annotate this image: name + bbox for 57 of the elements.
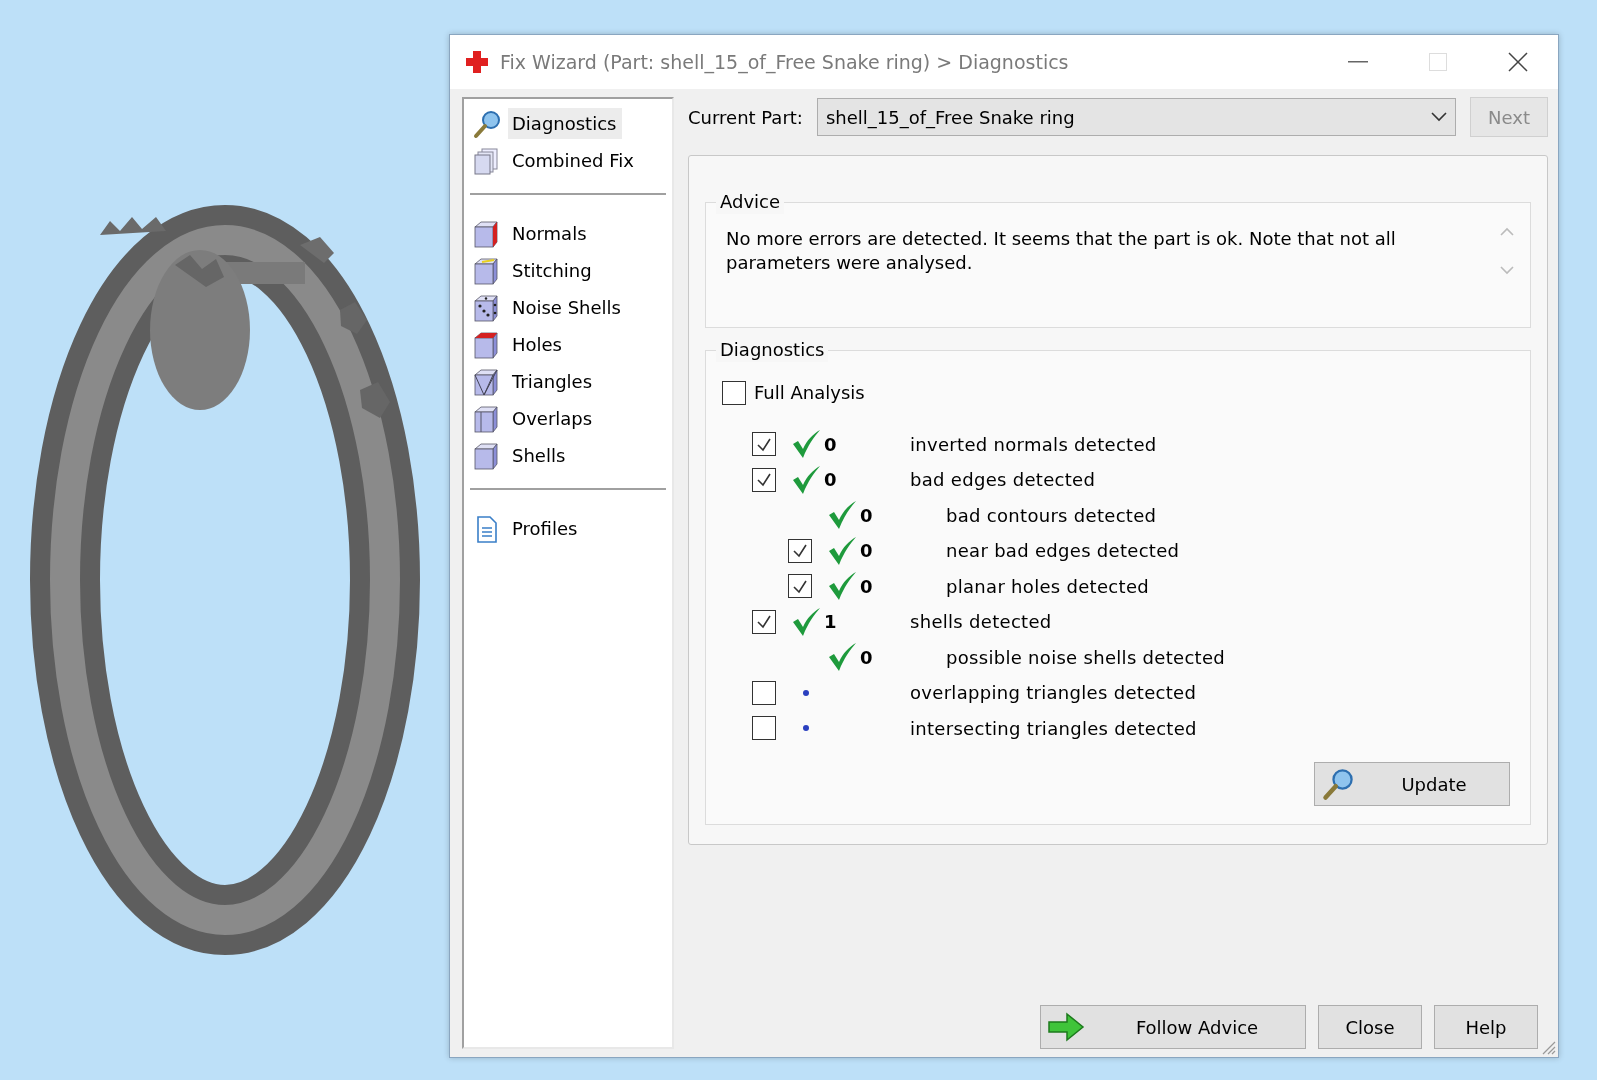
sidebar-item[interactable]: Combined Fix [508,145,640,176]
full-analysis-checkbox[interactable] [722,380,746,405]
diagnostic-label: bad contours detected [946,503,1157,528]
checkmark-icon [756,436,772,452]
full-analysis-label: Full Analysis [754,381,865,406]
magnifier-icon [1321,767,1355,801]
checkmark-icon [756,472,772,488]
sidebar-item[interactable]: Holes [508,329,568,360]
count-value: 0 [860,646,873,668]
diagnostic-label: inverted normals detected [910,432,1157,457]
sidebar-item[interactable]: Overlaps [508,403,599,434]
count-value: 0 [860,575,873,597]
row-checkbox[interactable] [752,716,776,741]
row-checkbox[interactable] [788,538,812,563]
count-value: 0 [824,433,837,455]
checkmark-icon [792,578,808,594]
sidebar-item[interactable]: Shells [508,440,572,471]
checkmark-icon [756,614,772,630]
arrow-right-icon [1047,1012,1085,1042]
magnifier-icon [472,108,502,139]
advice-text: No more errors are detected. It seems that the part is ok. Note that not all parameters were analysed. [725,227,1397,275]
diagnostic-label: planar holes detected [946,574,1149,599]
count-value: 0 [860,504,873,526]
diagnostic-label: bad edges detected [910,468,1096,493]
sidebar-item[interactable]: Diagnostics [508,108,623,139]
sidebar-item[interactable]: Noise Shells [508,292,627,323]
count-value: 0 [824,469,837,491]
count-value: 1 [824,611,837,633]
close-icon[interactable] [1508,52,1528,72]
row-checkbox[interactable] [752,467,776,492]
app-icon [464,49,490,75]
diagnostic-label: possible noise shells detected [946,645,1226,670]
follow-advice-button[interactable]: Follow Advice [1040,1005,1306,1049]
count-value: 0 [860,540,873,562]
dialog-button[interactable]: Help [1434,1005,1538,1049]
sidebar-item[interactable]: Stitching [508,255,598,286]
update-button[interactable]: Update [1314,762,1510,806]
row-checkbox[interactable] [752,680,776,705]
diagnostic-label: overlapping triangles detected [910,681,1197,706]
row-checkbox[interactable] [752,609,776,634]
minimize-icon[interactable] [1348,61,1368,63]
checkmark-icon [792,543,808,559]
sidebar-item[interactable]: Triangles [508,366,599,397]
diagnostic-label: shells detected [910,610,1052,635]
sidebar-item[interactable]: Normals [508,218,593,249]
dialog-button[interactable]: Close [1318,1005,1422,1049]
sidebar-item[interactable]: Profiles [508,513,584,544]
diagnostic-label: intersecting triangles detected [910,716,1197,741]
row-checkbox[interactable] [788,574,812,599]
maximize-icon [1429,53,1447,71]
resize-grip-icon[interactable] [1542,1041,1556,1055]
part-dropdown[interactable]: shell_15_of_Free Snake ring [816,98,1456,136]
current-part-label: Current Part: [688,105,803,130]
chevron-down-icon [1431,112,1447,122]
diagnostic-label: near bad edges detected [946,539,1180,564]
window-title: Fix Wizard (Part: shell_15_of_Free Snake ring) > Diagnostics [500,49,1070,76]
row-checkbox[interactable] [752,432,776,457]
